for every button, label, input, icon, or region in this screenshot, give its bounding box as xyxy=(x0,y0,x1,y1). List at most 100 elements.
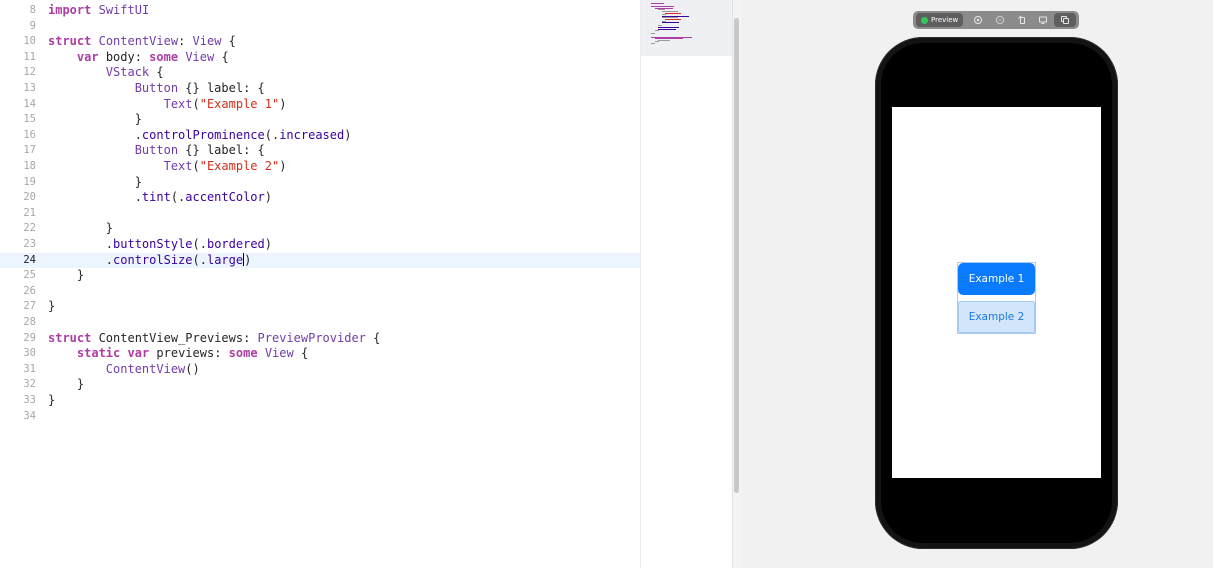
code-line[interactable]: 14 Text("Example 1") xyxy=(0,97,640,113)
code-line[interactable]: 30 static var previews: some View { xyxy=(0,346,640,362)
line-number: 15 xyxy=(23,113,36,126)
code-text: } xyxy=(48,393,56,407)
code-line[interactable]: 23 .buttonStyle(.bordered) xyxy=(0,237,640,253)
device-screen: Example 1 Example 2 xyxy=(892,107,1101,478)
code-text: Button {} label: { xyxy=(134,81,265,95)
line-number: 8 xyxy=(29,4,36,16)
minimap-line xyxy=(658,28,677,30)
code-text: var body: some View { xyxy=(76,49,229,64)
line-number: 22 xyxy=(23,222,36,235)
minimap-line xyxy=(651,3,664,4)
code-line[interactable]: 33} xyxy=(0,393,640,409)
code-text: Text("Example 2") xyxy=(163,159,287,173)
live-preview-button[interactable]: Preview xyxy=(916,13,964,27)
code-text: .tint(.accentColor) xyxy=(48,190,272,205)
preview-canvas: Preview Example 1 Example 2 xyxy=(741,0,1213,568)
code-line[interactable]: 19 } xyxy=(0,175,640,191)
code-line[interactable]: 10 struct ContentView: View { xyxy=(0,34,640,50)
code-line[interactable]: 24 .controlSize(.large) xyxy=(0,252,640,269)
rotate-icon xyxy=(1018,15,1025,24)
code-line[interactable]: 22 } xyxy=(0,221,640,237)
code-line[interactable]: 32 } xyxy=(0,377,640,393)
code-line[interactable]: 29 struct ContentView_Previews: PreviewPr… xyxy=(0,331,640,347)
editor-scrollbar[interactable] xyxy=(732,0,741,568)
code-line[interactable]: 21 xyxy=(0,206,640,222)
line-number: 20 xyxy=(23,191,36,204)
variants-icon xyxy=(995,15,1004,25)
inspect-button[interactable] xyxy=(967,13,989,27)
example-1-button[interactable]: Example 1 xyxy=(958,263,1035,295)
code-text: } xyxy=(48,174,142,189)
code-text: } xyxy=(48,268,85,283)
code-line[interactable]: 13 Button {} label: { xyxy=(0,81,640,97)
code-line[interactable]: 28 xyxy=(0,315,640,331)
code-text: import SwiftUI xyxy=(48,3,150,17)
code-line[interactable]: 27} xyxy=(0,299,640,315)
code-line[interactable]: 26 xyxy=(0,284,640,300)
line-number: 26 xyxy=(23,284,36,297)
line-number: 17 xyxy=(23,144,36,157)
live-preview-label: Preview xyxy=(931,16,959,24)
preview-toolbar: Preview xyxy=(913,11,1079,29)
minimap-line xyxy=(665,19,681,20)
minimap-line xyxy=(658,39,670,41)
code-text: Button {} label: { xyxy=(134,143,265,158)
code-line[interactable]: 8 import SwiftUI xyxy=(0,3,640,19)
line-number: 34 xyxy=(23,409,36,422)
line-number: 11 xyxy=(23,50,36,63)
minimap-line xyxy=(651,33,655,35)
minimap-line xyxy=(661,22,679,24)
device-icon xyxy=(1039,16,1048,24)
minimap-line xyxy=(654,30,659,32)
live-status-icon xyxy=(921,16,928,24)
line-number: 31 xyxy=(23,362,36,375)
duplicate-icon xyxy=(1061,16,1070,24)
example-2-button[interactable]: Example 2 xyxy=(958,301,1035,333)
line-number: 10 xyxy=(23,35,36,48)
line-number: 18 xyxy=(23,160,36,172)
code-line[interactable]: 11 var body: some View { xyxy=(0,50,640,66)
duplicate-button[interactable] xyxy=(1054,13,1076,27)
minimap-line xyxy=(665,12,681,14)
line-number: 21 xyxy=(23,206,36,219)
variants-button[interactable] xyxy=(989,13,1011,27)
code-text: .controlProminence(.increased) xyxy=(48,127,352,142)
code-text: } xyxy=(48,221,114,236)
code-line[interactable]: 18 Text("Example 2") xyxy=(0,159,640,175)
line-number: 12 xyxy=(23,66,36,79)
line-number: 23 xyxy=(23,238,36,250)
line-number: 24 xyxy=(23,253,36,266)
line-number: 19 xyxy=(23,175,36,188)
code-text: .controlSize(.large) xyxy=(48,252,252,267)
device-settings-button[interactable] xyxy=(1033,13,1055,27)
code-text: VStack { xyxy=(105,65,164,80)
code-text: struct ContentView: View { xyxy=(48,34,236,49)
line-number: 30 xyxy=(23,347,36,360)
code-line[interactable]: 17 Button {} label: { xyxy=(0,143,640,159)
code-text: ContentView() xyxy=(105,361,200,376)
code-text: struct ContentView_Previews: PreviewProv… xyxy=(48,330,381,345)
code-line[interactable]: 20 .tint(.accentColor) xyxy=(0,190,640,206)
code-line[interactable]: 9 xyxy=(0,19,640,35)
line-number: 14 xyxy=(23,97,36,110)
code-editor[interactable]: 8 import SwiftUI 9 10 struct ContentView: Vi… xyxy=(0,0,640,568)
code-line[interactable]: 25 } xyxy=(0,268,640,284)
line-number: 28 xyxy=(23,316,36,328)
code-line[interactable]: 15 } xyxy=(0,112,640,128)
code-text: .buttonStyle(.bordered) xyxy=(48,237,272,251)
rotate-button[interactable] xyxy=(1011,13,1033,27)
line-number: 33 xyxy=(23,394,36,406)
button-stack: Example 1 Example 2 xyxy=(957,262,1036,334)
scrollbar-thumb[interactable] xyxy=(734,18,739,493)
device-frame: Example 1 Example 2 xyxy=(875,37,1118,549)
text-cursor xyxy=(243,252,245,266)
code-line[interactable]: 12 VStack { xyxy=(0,65,640,81)
line-number: 32 xyxy=(23,378,36,391)
line-number: 16 xyxy=(23,128,36,141)
minimap[interactable] xyxy=(640,0,733,568)
minimap-line xyxy=(654,41,659,43)
line-number: 25 xyxy=(23,269,36,282)
code-line[interactable]: 31 ContentView() xyxy=(0,362,640,378)
code-line[interactable]: 34 xyxy=(0,409,640,425)
code-line[interactable]: 16 .controlProminence(.increased) xyxy=(0,128,640,144)
